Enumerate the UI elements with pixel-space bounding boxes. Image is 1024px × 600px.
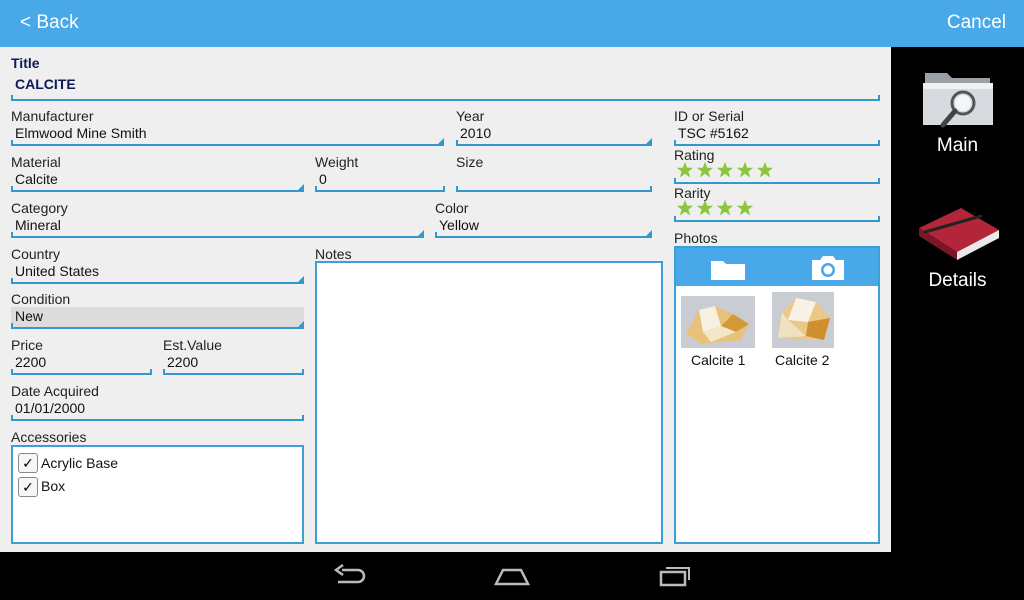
title-field[interactable]: Title CALCITE: [11, 55, 880, 101]
year-value: 2010: [460, 125, 492, 141]
size-field[interactable]: Size: [456, 154, 652, 192]
acrylic-base-checkbox[interactable]: ✓: [18, 453, 38, 473]
color-label: Color: [435, 200, 469, 216]
dropdown-arrow-icon: [298, 276, 304, 282]
year-label: Year: [456, 108, 485, 124]
date-acquired-label: Date Acquired: [11, 383, 99, 399]
photo-thumbnail-calcite-2[interactable]: [772, 292, 834, 348]
weight-value: 0: [319, 171, 327, 187]
est-value-label: Est.Value: [163, 337, 222, 353]
photos-panel: Calcite 1 Calcite 2: [674, 246, 880, 544]
details-label: Details: [928, 270, 987, 291]
price-label: Price: [11, 337, 43, 353]
photos-label: Photos: [674, 230, 718, 246]
color-value: Yellow: [439, 217, 479, 233]
date-acquired-value: 01/01/2000: [15, 400, 86, 416]
dropdown-arrow-icon: [646, 138, 652, 144]
condition-value: New: [15, 308, 44, 324]
dropdown-arrow-icon: [298, 184, 304, 190]
rarity-stars[interactable]: [676, 199, 754, 219]
box-checkbox[interactable]: ✓: [18, 477, 38, 497]
action-bar: < Back Cancel: [0, 0, 1024, 47]
star-icon[interactable]: [676, 161, 694, 179]
item-form: Title CALCITE Manufacturer Elmwood Mine …: [0, 47, 891, 552]
star-icon[interactable]: [756, 161, 774, 179]
accessories-list: ✓ Acrylic Base ✓ Box: [11, 445, 304, 544]
size-label: Size: [456, 154, 484, 170]
id-serial-field[interactable]: ID or Serial TSC #5162: [674, 108, 880, 146]
cancel-button[interactable]: Cancel: [947, 12, 1006, 34]
section-panel: Main Details: [891, 47, 1024, 552]
est-value-field[interactable]: Est.Value 2200: [163, 337, 304, 375]
accessory-label: Box: [41, 478, 66, 494]
notes-textarea[interactable]: [315, 261, 663, 544]
est-value-value: 2200: [167, 354, 199, 370]
star-icon[interactable]: [736, 199, 754, 217]
camera-icon[interactable]: [810, 254, 846, 282]
weight-label: Weight: [315, 154, 359, 170]
book-pen-icon: [918, 208, 999, 260]
main-section-button[interactable]: Main: [891, 67, 1024, 157]
country-value: United States: [15, 263, 100, 279]
star-icon[interactable]: [696, 161, 714, 179]
system-nav-bar: [0, 552, 1024, 600]
country-label: Country: [11, 246, 61, 262]
recents-nav-icon[interactable]: [657, 564, 693, 588]
condition-label: Condition: [11, 291, 71, 307]
rating-field[interactable]: Rating: [674, 147, 880, 184]
rating-stars[interactable]: [676, 161, 774, 181]
notes-value: [317, 263, 661, 271]
manufacturer-field[interactable]: Manufacturer Elmwood Mine Smith: [11, 108, 444, 146]
title-label: Title: [11, 55, 40, 71]
material-field[interactable]: Material Calcite: [11, 154, 304, 192]
dropdown-arrow-icon: [418, 230, 424, 236]
details-section-button[interactable]: Details: [891, 202, 1024, 292]
dropdown-arrow-icon: [438, 138, 444, 144]
back-button[interactable]: < Back: [20, 12, 79, 34]
condition-field[interactable]: Condition New: [11, 291, 304, 329]
color-field[interactable]: Color Yellow: [435, 200, 652, 238]
photos-toolbar: [676, 248, 878, 286]
id-serial-value: TSC #5162: [678, 125, 749, 141]
category-value: Mineral: [15, 217, 61, 233]
photo-caption: Calcite 2: [775, 352, 830, 368]
photo-thumbnail-calcite-1[interactable]: [681, 296, 755, 348]
id-serial-label: ID or Serial: [674, 108, 745, 124]
accessory-label: Acrylic Base: [41, 455, 119, 471]
price-value: 2200: [15, 354, 47, 370]
photo-caption: Calcite 1: [691, 352, 746, 368]
country-field[interactable]: Country United States: [11, 246, 304, 284]
material-label: Material: [11, 154, 61, 170]
rarity-field[interactable]: Rarity: [674, 185, 880, 222]
home-nav-icon[interactable]: [493, 564, 531, 588]
main-label: Main: [936, 135, 979, 156]
star-icon[interactable]: [716, 161, 734, 179]
dropdown-arrow-icon: [298, 321, 304, 327]
dropdown-arrow-icon: [646, 230, 652, 236]
folder-search-icon: [922, 73, 993, 128]
date-acquired-field[interactable]: Date Acquired 01/01/2000: [11, 383, 304, 421]
manufacturer-label: Manufacturer: [11, 108, 94, 124]
notes-label: Notes: [315, 246, 352, 262]
manufacturer-value: Elmwood Mine Smith: [15, 125, 147, 141]
star-icon[interactable]: [736, 161, 754, 179]
category-label: Category: [11, 200, 68, 216]
back-nav-icon[interactable]: [332, 564, 368, 588]
category-field[interactable]: Category Mineral: [11, 200, 424, 238]
accessories-label: Accessories: [11, 429, 87, 445]
weight-field[interactable]: Weight 0: [315, 154, 445, 192]
star-icon[interactable]: [676, 199, 694, 217]
star-icon[interactable]: [696, 199, 714, 217]
folder-icon[interactable]: [710, 257, 746, 281]
title-value: CALCITE: [15, 76, 76, 92]
material-value: Calcite: [15, 171, 58, 187]
star-icon[interactable]: [716, 199, 734, 217]
year-field[interactable]: Year 2010: [456, 108, 652, 146]
price-field[interactable]: Price 2200: [11, 337, 152, 375]
